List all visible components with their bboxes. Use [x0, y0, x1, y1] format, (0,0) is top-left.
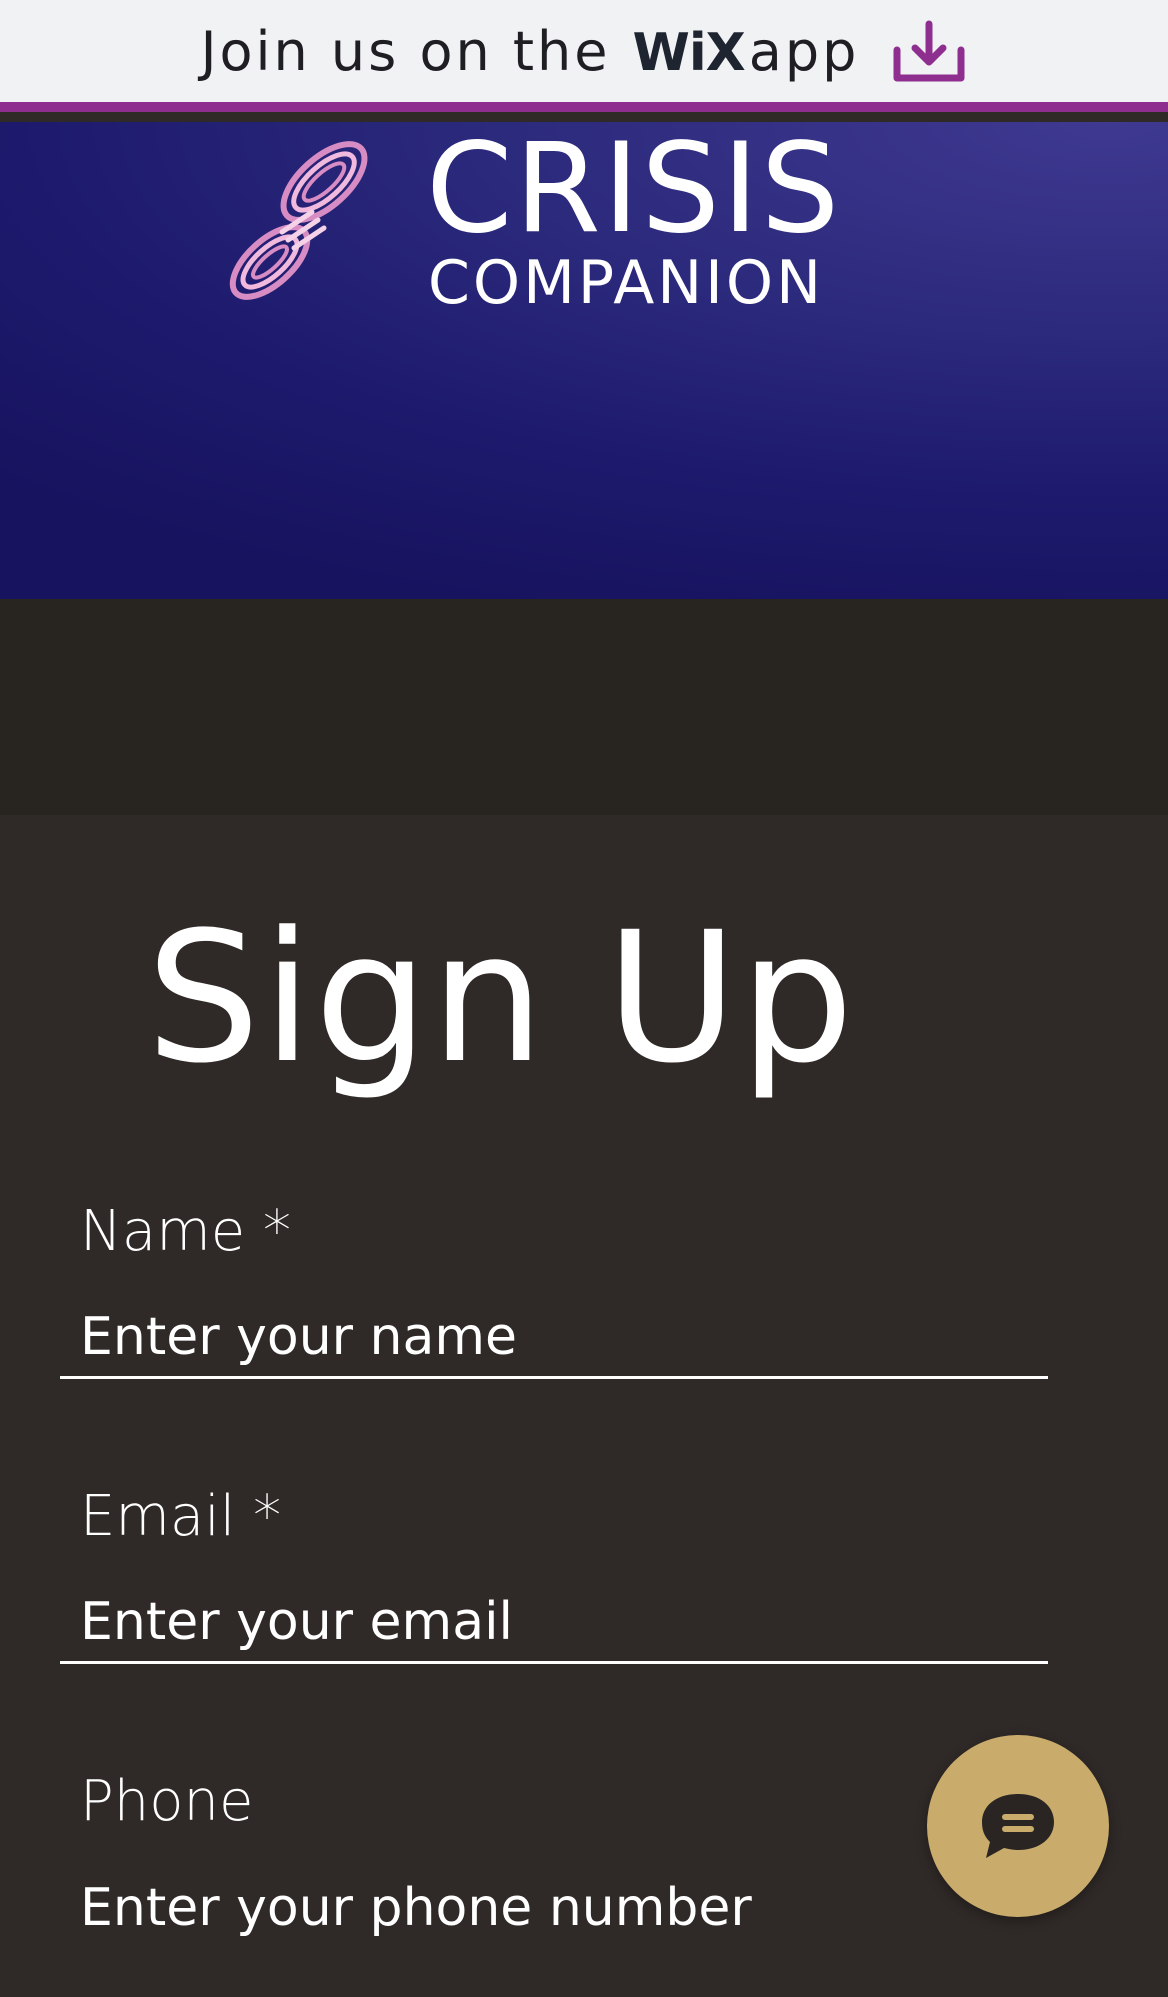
site-header: CRISIS COMPANION: [0, 122, 1168, 599]
download-icon[interactable]: [891, 20, 967, 86]
name-input[interactable]: [60, 1297, 1048, 1379]
phone-field: Phone: [60, 1767, 1048, 1997]
app-promo-banner[interactable]: Join us on the WiX app: [0, 0, 1168, 112]
email-input[interactable]: [60, 1582, 1048, 1664]
email-field: Email *: [60, 1482, 1048, 1712]
site-logo[interactable]: CRISIS COMPANION: [220, 122, 842, 318]
app-promo-suffix: app: [748, 19, 860, 83]
name-label: Name *: [80, 1199, 292, 1264]
chat-button[interactable]: [927, 1735, 1109, 1917]
page-title: Sign Up: [146, 894, 856, 1103]
phone-label: Phone: [80, 1769, 254, 1834]
phone-input[interactable]: [60, 1867, 1048, 1949]
chat-bubble-icon: [982, 1794, 1054, 1858]
header-separator: [0, 599, 1168, 815]
logo-subtitle: COMPANION: [428, 248, 824, 318]
email-label: Email *: [80, 1484, 282, 1549]
name-field: Name *: [60, 1197, 1048, 1427]
wix-logo: WiX: [632, 22, 746, 83]
app-promo-prefix: Join us on the: [200, 19, 611, 83]
logo-title: CRISIS: [426, 122, 842, 261]
rope-coil-icon: [229, 141, 368, 300]
app-promo-text[interactable]: Join us on the WiX app: [201, 20, 860, 83]
